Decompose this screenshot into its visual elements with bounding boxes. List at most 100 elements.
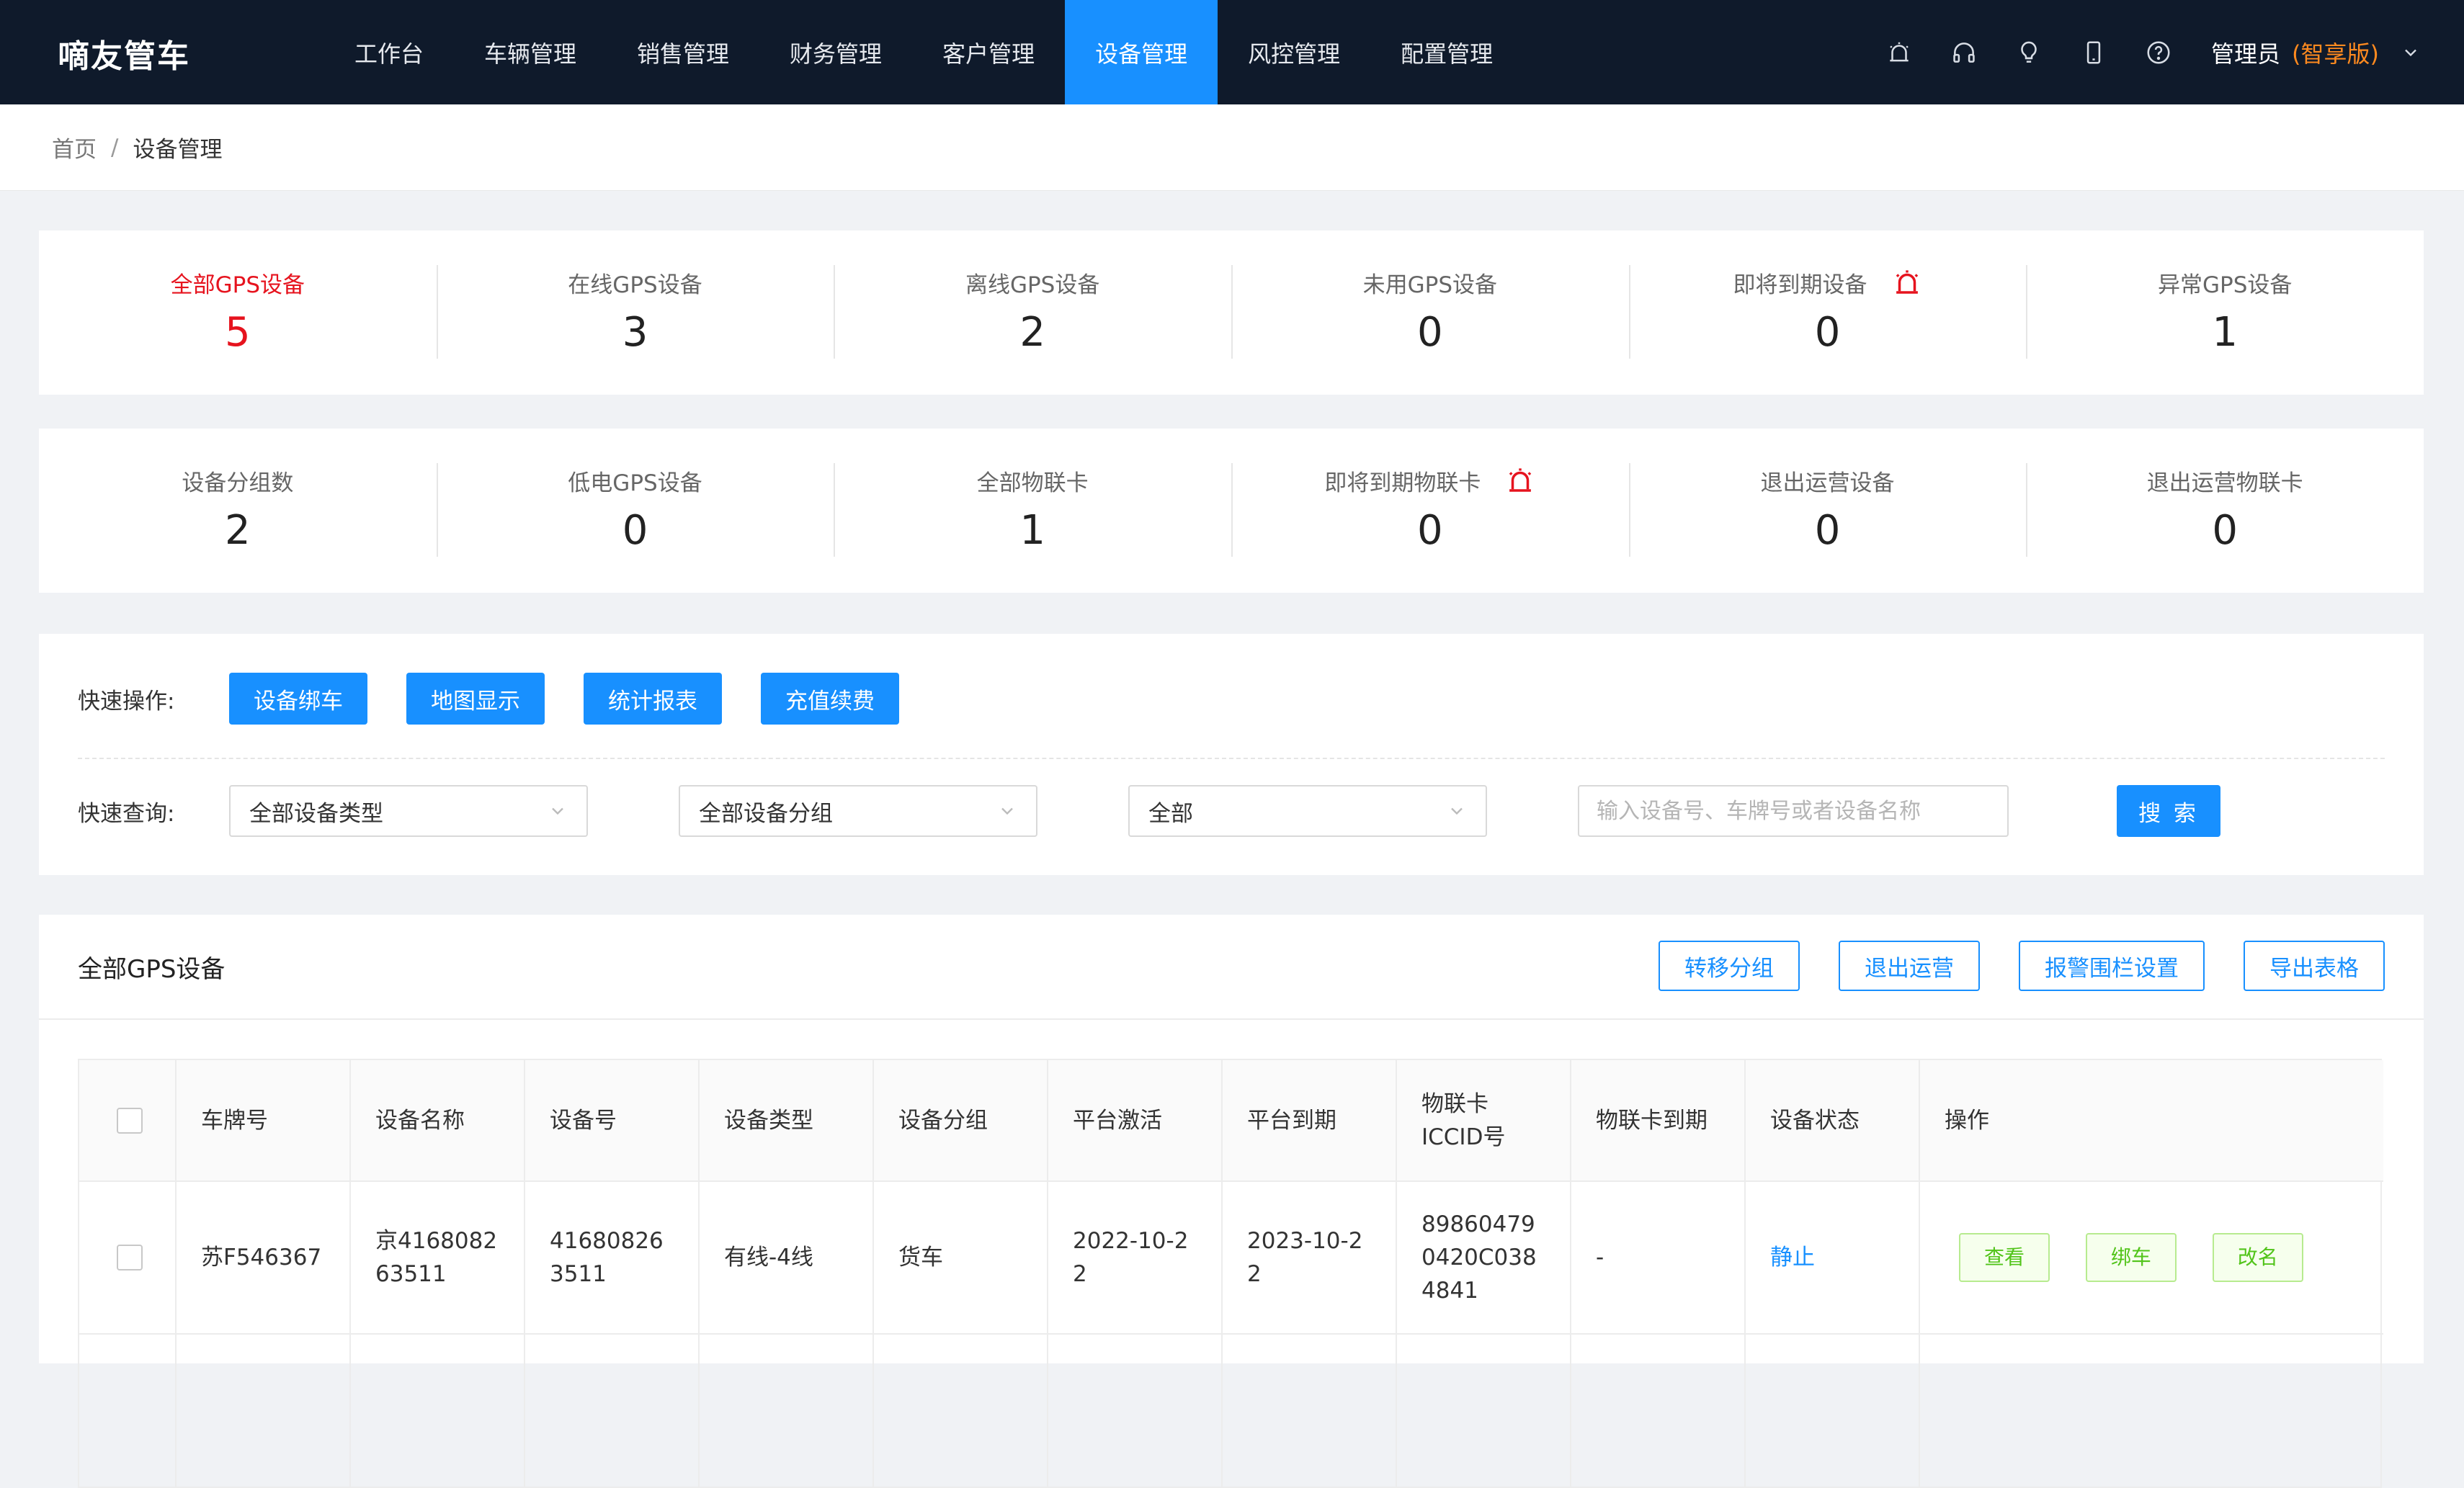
stat-abnormal-gps[interactable]: 异常GPS设备 1 <box>2026 230 2424 395</box>
nav-item-device[interactable]: 设备管理 <box>1065 0 1218 104</box>
stat-label-wrap: 即将到期设备 <box>1733 268 1922 298</box>
stat-device-groups[interactable]: 设备分组数 2 <box>39 429 437 593</box>
device-type-select[interactable]: 全部设备类型 <box>229 785 588 837</box>
retire-button[interactable]: 退出运营 <box>1839 941 1980 991</box>
user-name: 管理员 <box>2211 40 2281 68</box>
stat-all-gps[interactable]: 全部GPS设备 5 <box>39 230 437 395</box>
nav-item-finance[interactable]: 财务管理 <box>759 0 912 104</box>
device-group-select[interactable]: 全部设备分组 <box>679 785 1037 837</box>
column-header[interactable]: 车牌号 <box>176 1060 351 1181</box>
column-header[interactable]: 物联卡ICCID号 <box>1396 1060 1571 1181</box>
help-icon[interactable] <box>2126 0 2191 104</box>
breadcrumb-current: 设备管理 <box>133 137 223 163</box>
nav-right-tools: 管理员 (智享版) <box>1867 0 2421 104</box>
table-row: 苏F546367 京416808263511 416808263511 有线-4… <box>79 1181 2383 1334</box>
chevron-down-icon <box>552 807 563 815</box>
search-input[interactable] <box>1578 785 2009 837</box>
table-cell <box>873 1334 1048 1487</box>
stat-label: 未用GPS设备 <box>1362 272 1498 298</box>
operations-cell: 查看 绑车 改名 <box>1919 1181 2383 1334</box>
quick-query-label: 快速查询: <box>78 800 175 827</box>
stat-expiring-sim[interactable]: 即将到期物联卡 0 <box>1231 429 1629 593</box>
table-cell <box>1745 1334 1920 1487</box>
headset-icon[interactable] <box>1932 0 1996 104</box>
table-row <box>79 1334 2383 1487</box>
stat-retired-device[interactable]: 退出运营设备 0 <box>1628 429 2027 593</box>
status-select[interactable]: 全部 <box>1128 785 1487 837</box>
nav-item-config[interactable]: 配置管理 <box>1370 0 1523 104</box>
statistics-report-button[interactable]: 统计报表 <box>584 673 722 725</box>
device-type-cell: 有线-4线 <box>699 1181 874 1334</box>
stat-unused-gps[interactable]: 未用GPS设备 0 <box>1231 230 1629 395</box>
table-cell <box>176 1334 351 1487</box>
table-cell <box>1396 1334 1571 1487</box>
stat-retired-sim[interactable]: 退出运营物联卡 0 <box>2026 429 2424 593</box>
stats-panel-gps: 全部GPS设备 5 在线GPS设备 3 离线GPS设备 2 未用GPS设备 0 … <box>39 230 2424 395</box>
stat-offline-gps[interactable]: 离线GPS设备 2 <box>834 230 1231 395</box>
stat-value: 0 <box>1417 507 1443 554</box>
nav-item-customer[interactable]: 客户管理 <box>912 0 1065 104</box>
bulb-icon[interactable] <box>1996 0 2061 104</box>
expires-cell: 2023-10-22 <box>1222 1181 1397 1334</box>
column-header[interactable]: 设备状态 <box>1745 1060 1920 1181</box>
top-navigation-bar: 嘀友管车 工作台 车辆管理 销售管理 财务管理 客户管理 设备管理 风控管理 配… <box>0 0 2464 104</box>
row-checkbox[interactable] <box>117 1245 143 1270</box>
mobile-icon[interactable] <box>2061 0 2126 104</box>
stat-value: 2 <box>225 507 251 554</box>
rename-button[interactable]: 改名 <box>2212 1233 2303 1282</box>
bind-button[interactable]: 绑车 <box>2085 1233 2177 1282</box>
stat-online-gps[interactable]: 在线GPS设备 3 <box>436 230 834 395</box>
stat-value: 2 <box>1019 309 1045 356</box>
stat-all-sim[interactable]: 全部物联卡 1 <box>834 429 1231 593</box>
search-button[interactable]: 搜 索 <box>2117 785 2220 837</box>
nav-item-sales[interactable]: 销售管理 <box>607 0 759 104</box>
breadcrumb-home[interactable]: 首页 <box>52 131 97 163</box>
list-actions: 转移分组 退出运营 报警围栏设置 导出表格 <box>1620 941 2385 991</box>
status-link[interactable]: 静止 <box>1770 1245 1815 1270</box>
select-all-checkbox[interactable] <box>117 1107 143 1134</box>
nav-item-risk[interactable]: 风控管理 <box>1218 0 1370 104</box>
alarm-fence-button[interactable]: 报警围栏设置 <box>2019 941 2205 991</box>
transfer-group-button[interactable]: 转移分组 <box>1659 941 1800 991</box>
status-cell: 静止 <box>1745 1181 1920 1334</box>
bind-vehicle-button[interactable]: 设备绑车 <box>229 673 367 725</box>
stat-value: 0 <box>1814 309 1841 356</box>
column-header[interactable]: 物联卡到期 <box>1571 1060 1746 1181</box>
stat-expiring-device[interactable]: 即将到期设备 0 <box>1628 230 2027 395</box>
stat-label: 设备分组数 <box>182 470 294 496</box>
stat-label: 低电GPS设备 <box>568 470 702 496</box>
table-cell <box>1571 1334 1746 1487</box>
stat-label: 即将到期设备 <box>1733 272 1867 298</box>
stat-label-wrap: 即将到期物联卡 <box>1324 466 1535 496</box>
column-header[interactable]: 设备类型 <box>699 1060 874 1181</box>
device-type-value: 全部设备类型 <box>249 800 383 827</box>
quick-ops-row: 快速操作: 设备绑车 地图显示 统计报表 充值续费 <box>78 673 938 725</box>
column-header: 操作 <box>1945 1107 1989 1134</box>
stat-label: 在线GPS设备 <box>568 272 702 298</box>
user-menu[interactable]: 管理员 (智享版) <box>2211 36 2421 69</box>
column-header[interactable]: 设备名称 <box>350 1060 525 1181</box>
view-button[interactable]: 查看 <box>1959 1233 2050 1282</box>
quick-query-row: 快速查询: 全部设备类型 全部设备分组 全部 搜 索 <box>78 785 2220 837</box>
stat-value: 0 <box>1814 507 1841 554</box>
chevron-down-icon <box>2405 49 2416 56</box>
map-display-button[interactable]: 地图显示 <box>406 673 545 725</box>
column-header[interactable]: 设备号 <box>525 1060 700 1181</box>
quick-panel: 快速操作: 设备绑车 地图显示 统计报表 充值续费 快速查询: 全部设备类型 全… <box>39 634 2424 875</box>
stat-value: 0 <box>622 507 648 554</box>
column-header[interactable]: 平台到期 <box>1222 1060 1397 1181</box>
column-header[interactable]: 设备分组 <box>873 1060 1048 1181</box>
divider <box>78 758 2385 759</box>
alarm-icon <box>1896 270 1918 294</box>
alarm-icon[interactable] <box>1867 0 1932 104</box>
stat-label: 即将到期物联卡 <box>1324 470 1481 496</box>
select-all-cell <box>79 1060 177 1181</box>
stat-low-battery[interactable]: 低电GPS设备 0 <box>436 429 834 593</box>
recharge-button[interactable]: 充值续费 <box>761 673 899 725</box>
list-title: 全部GPS设备 <box>78 954 226 984</box>
stats-panel-cards: 设备分组数 2 低电GPS设备 0 全部物联卡 1 即将到期物联卡 0 退出运营… <box>39 429 2424 593</box>
nav-item-vehicle[interactable]: 车辆管理 <box>454 0 607 104</box>
column-header[interactable]: 平台激活 <box>1048 1060 1223 1181</box>
export-table-button[interactable]: 导出表格 <box>2244 941 2385 991</box>
nav-item-workbench[interactable]: 工作台 <box>324 0 454 104</box>
